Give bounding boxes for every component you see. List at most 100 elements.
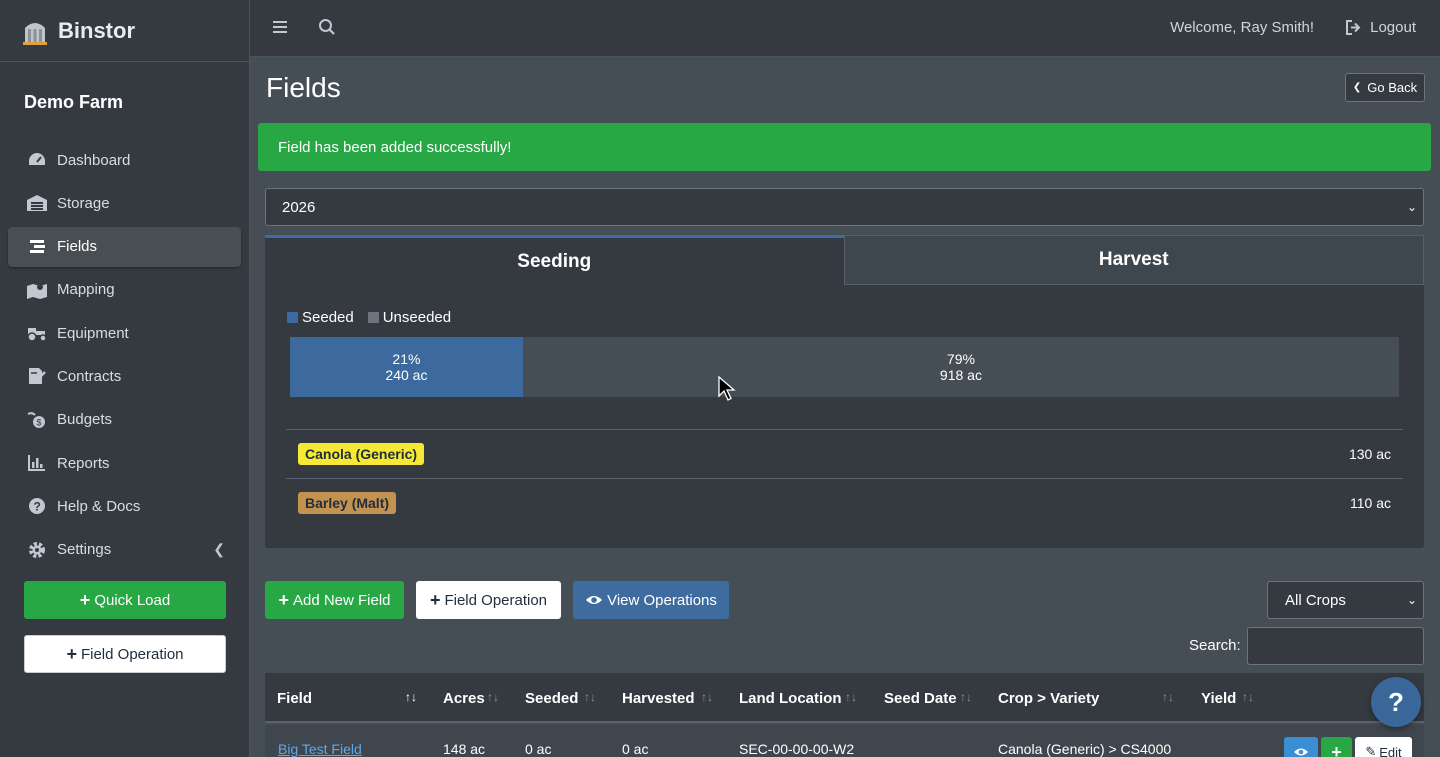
eye-icon xyxy=(586,596,603,604)
field-operation-label: Field Operation xyxy=(444,591,548,609)
add-field-label: Add New Field xyxy=(292,591,391,609)
tab-harvest[interactable]: Harvest xyxy=(843,235,1424,285)
progress-legend: Seeded Unseeded xyxy=(287,309,451,326)
crop-summary-row: Barley (Malt) 110 ac xyxy=(286,478,1403,527)
search-input[interactable] xyxy=(1247,627,1424,665)
field-operation-label: Field Operation xyxy=(80,645,184,663)
column-header-crop-variety[interactable]: Crop > Variety xyxy=(998,690,1099,707)
progress-seeded-segment: 21% 240 ac xyxy=(290,337,523,397)
hamburger-menu-icon[interactable] xyxy=(272,19,288,40)
plus-icon: + xyxy=(66,644,77,664)
sort-icon[interactable]: ↑↓ xyxy=(487,690,499,704)
chevron-left-icon: ❮ xyxy=(213,541,225,558)
page-title: Fields xyxy=(266,72,341,103)
sidebar-item-label: Help & Docs xyxy=(57,497,141,515)
brand-name: Binstor xyxy=(58,17,135,43)
cell-land-location: SEC-00-00-00-W2 xyxy=(739,741,855,757)
help-fab-button[interactable]: ? xyxy=(1371,677,1421,727)
crop-filter-select[interactable]: All Crops ⌄ xyxy=(1267,581,1424,619)
column-header-seeded[interactable]: Seeded xyxy=(525,690,578,707)
welcome-text: Welcome, Ray Smith! xyxy=(1170,19,1314,36)
view-operations-button[interactable]: View Operations xyxy=(573,581,729,619)
column-header-land-location[interactable]: Land Location xyxy=(739,690,842,707)
year-select-value: 2026 xyxy=(282,199,316,216)
farm-name: Demo Farm xyxy=(24,92,124,112)
silo-logo-icon xyxy=(23,22,47,45)
crop-summary-row: Canola (Generic) 130 ac xyxy=(286,429,1403,478)
chevron-down-icon: ⌄ xyxy=(1406,200,1417,214)
warehouse-icon xyxy=(26,193,48,213)
sort-icon[interactable]: ↑↓ xyxy=(584,690,596,704)
column-header-yield[interactable]: Yield xyxy=(1201,690,1236,707)
unseeded-acres: 918 ac xyxy=(939,367,982,383)
sidebar-item-contracts[interactable]: Contracts xyxy=(8,356,241,396)
table-row: Big Test Field 148 ac 0 ac 0 ac SEC-00-0… xyxy=(265,725,1424,757)
cell-crop-variety: Canola (Generic) > CS4000 xyxy=(998,741,1172,757)
sidebar-item-label: Fields xyxy=(57,238,98,256)
column-header-seed-date[interactable]: Seed Date xyxy=(884,690,957,707)
plus-icon: + xyxy=(429,590,441,610)
sidebar-item-help-docs[interactable]: ? Help & Docs xyxy=(8,486,241,526)
eye-icon xyxy=(1294,748,1308,756)
sort-icon[interactable]: ↑↓ xyxy=(960,690,972,704)
add-new-field-button[interactable]: + Add New Field xyxy=(265,581,404,619)
cell-seeded: 0 ac xyxy=(525,741,552,757)
sidebar-item-dashboard[interactable]: Dashboard xyxy=(8,140,241,180)
go-back-button[interactable]: ❮ Go Back xyxy=(1345,73,1425,102)
year-select[interactable]: 2026 ⌄ xyxy=(265,188,1424,226)
sort-icon[interactable]: ↑↓ xyxy=(1242,690,1254,704)
sidebar-item-equipment[interactable]: Equipment xyxy=(8,313,241,353)
go-back-label: Go Back xyxy=(1367,80,1418,95)
edit-label: Edit xyxy=(1379,744,1402,757)
sort-icon[interactable]: ↑↓ xyxy=(701,690,713,704)
crop-acres: 110 ac xyxy=(1350,495,1391,511)
sidebar-item-label: Reports xyxy=(57,454,110,472)
column-header-field[interactable]: Field xyxy=(277,690,312,707)
quick-load-label: Quick Load xyxy=(94,591,171,609)
progress-unseeded-segment: 79% 918 ac xyxy=(522,337,1399,397)
sidebar-item-budgets[interactable]: $ Budgets xyxy=(8,400,241,440)
view-operations-label: View Operations xyxy=(607,591,717,609)
quick-load-button[interactable]: + Quick Load xyxy=(24,581,226,619)
view-row-button[interactable] xyxy=(1284,737,1318,757)
column-header-harvested[interactable]: Harvested xyxy=(622,690,695,707)
sidebar: Binstor Demo Farm Dashboard Storage Fiel… xyxy=(0,0,250,757)
sidebar-item-fields[interactable]: Fields xyxy=(8,226,241,267)
sidebar-item-label: Contracts xyxy=(57,367,122,385)
legend-seeded: Seeded xyxy=(287,309,354,326)
seeding-progress-bar: 21% 240 ac 79% 918 ac xyxy=(290,337,1399,397)
field-operation-button[interactable]: + Field Operation xyxy=(416,581,561,619)
sort-asc-icon[interactable]: ↑↓ xyxy=(405,690,417,704)
crop-filter-value: All Crops xyxy=(1285,592,1346,609)
crop-badge: Barley (Malt) xyxy=(298,492,397,514)
svg-text:$: $ xyxy=(37,417,42,427)
crop-badge: Canola (Generic) xyxy=(298,443,425,465)
add-operation-row-button[interactable]: + xyxy=(1321,737,1352,757)
legend-unseeded: Unseeded xyxy=(367,309,452,326)
cell-acres: 148 ac xyxy=(443,741,486,757)
brand[interactable]: Binstor xyxy=(0,0,249,62)
field-name-link[interactable]: Big Test Field xyxy=(278,741,362,757)
sort-icon[interactable]: ↑↓ xyxy=(1162,690,1174,704)
edit-row-button[interactable]: ✎ Edit xyxy=(1355,737,1412,757)
logout-label: Logout xyxy=(1370,19,1416,36)
legend-unseeded-label: Unseeded xyxy=(382,309,452,326)
sidebar-item-storage[interactable]: Storage xyxy=(8,183,241,223)
sidebar-field-operation-button[interactable]: + Field Operation xyxy=(24,635,226,673)
sort-icon[interactable]: ↑↓ xyxy=(845,690,857,704)
sidebar-item-label: Dashboard xyxy=(57,151,131,169)
sidebar-item-mapping[interactable]: Mapping xyxy=(8,270,241,310)
column-header-acres[interactable]: Acres xyxy=(443,690,485,707)
tab-seeding[interactable]: Seeding xyxy=(265,235,844,285)
legend-seeded-label: Seeded xyxy=(302,309,354,326)
unseeded-percent: 79% xyxy=(946,351,975,367)
budget-icon: $ xyxy=(26,410,48,430)
fields-icon xyxy=(26,237,48,257)
logout-link[interactable]: Logout xyxy=(1346,19,1416,36)
cell-harvested: 0 ac xyxy=(622,741,649,757)
seeded-acres: 240 ac xyxy=(385,367,428,383)
sidebar-item-reports[interactable]: Reports xyxy=(8,443,241,483)
mouse-cursor-icon xyxy=(718,376,736,401)
sidebar-item-settings[interactable]: Settings ❮ xyxy=(8,530,241,570)
search-icon[interactable] xyxy=(318,18,336,41)
